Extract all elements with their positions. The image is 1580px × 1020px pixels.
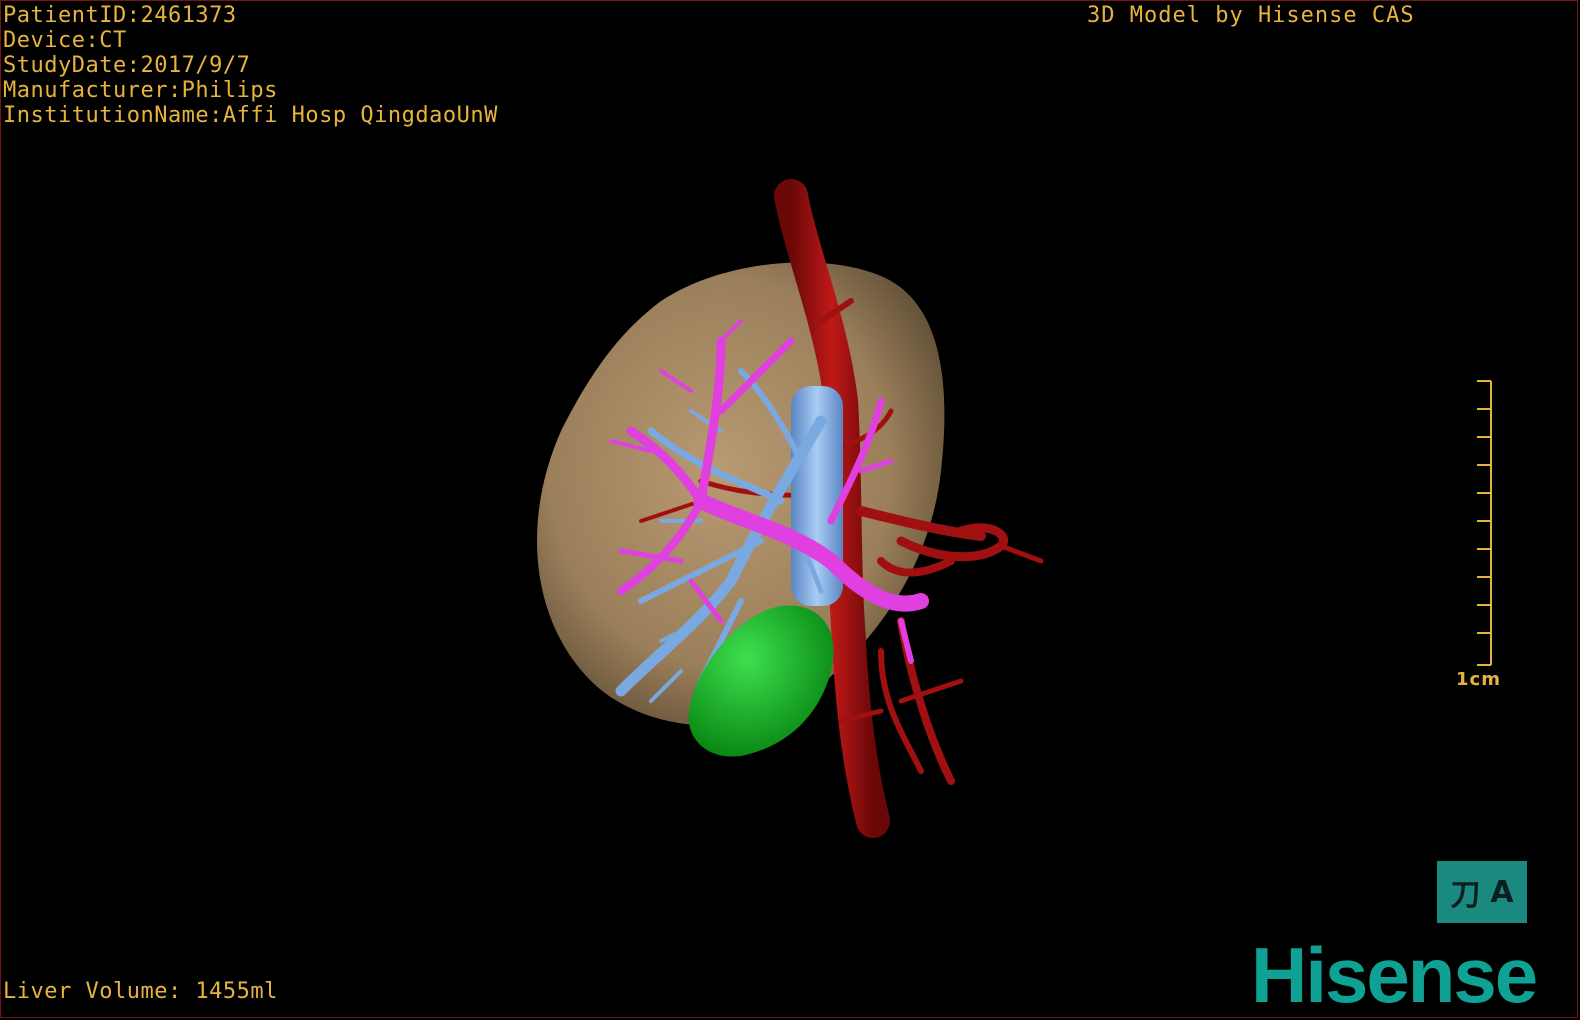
model-credit: 3D Model by Hisense CAS [1087, 3, 1415, 28]
device: Device:CT [3, 28, 127, 53]
hisense-logo: Hisense [1251, 931, 1538, 1019]
scale-bar [1477, 380, 1492, 666]
manufacturer: Manufacturer:Philips [3, 78, 278, 103]
institution-name: InstitutionName:Affi Hosp QingdaoUnW [3, 103, 498, 128]
annotation-icon: A [1490, 874, 1514, 910]
knife-icon: 刀 [1450, 878, 1481, 913]
study-date: StudyDate:2017/9/7 [3, 53, 251, 78]
dicom-info-overlay: PatientID:2461373 Device:CT StudyDate:20… [3, 3, 498, 128]
3d-viewport[interactable]: PatientID:2461373 Device:CT StudyDate:20… [0, 0, 1578, 1018]
liver-3d-model[interactable] [1, 1, 1579, 1019]
patient-id: PatientID:2461373 [3, 3, 237, 28]
view-toggle-button[interactable]: 刀 A [1437, 861, 1527, 923]
scale-bar-label: 1cm [1456, 669, 1501, 690]
liver-volume: Liver Volume: 1455ml [3, 979, 278, 1004]
